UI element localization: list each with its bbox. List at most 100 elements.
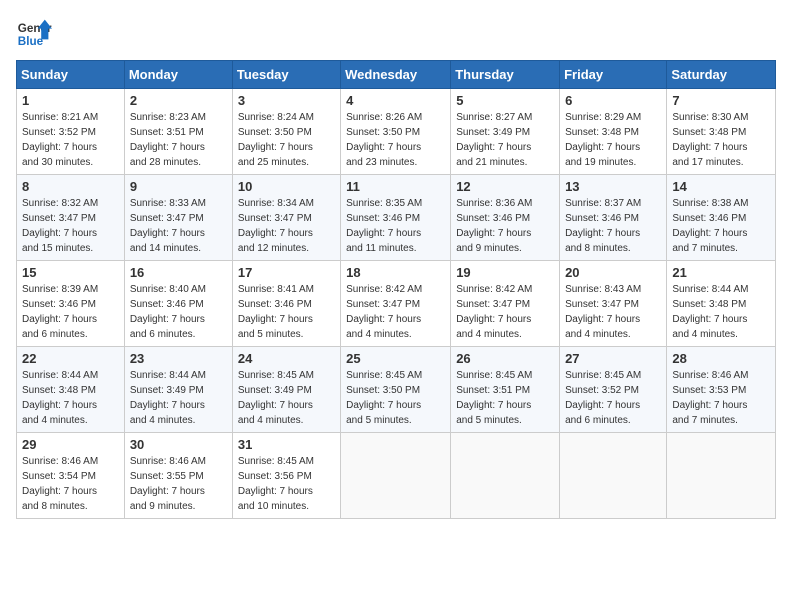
calendar-cell: 24Sunrise: 8:45 AMSunset: 3:49 PMDayligh… bbox=[232, 347, 340, 433]
day-info: Sunrise: 8:45 AMSunset: 3:49 PMDaylight:… bbox=[238, 368, 335, 428]
day-number: 1 bbox=[22, 93, 119, 108]
day-info: Sunrise: 8:46 AMSunset: 3:53 PMDaylight:… bbox=[672, 368, 770, 428]
calendar-cell: 13 Sunrise: 8:37 AMSunset: 3:46 PMDayligh… bbox=[560, 175, 667, 261]
day-info: Sunrise: 8:46 AMSunset: 3:55 PMDaylight:… bbox=[130, 454, 227, 514]
weekday-header-saturday: Saturday bbox=[667, 61, 776, 89]
day-info: Sunrise: 8:30 AMSunset: 3:48 PMDaylight:… bbox=[672, 110, 770, 170]
day-number: 10 bbox=[238, 179, 335, 194]
calendar-cell bbox=[560, 433, 667, 519]
day-info: Sunrise: 8:27 AMSunset: 3:49 PMDaylight:… bbox=[456, 110, 554, 170]
calendar-cell: 17 Sunrise: 8:41 AMSunset: 3:46 PMDayligh… bbox=[232, 261, 340, 347]
weekday-header-friday: Friday bbox=[560, 61, 667, 89]
day-info: Sunrise: 8:23 AMSunset: 3:51 PMDaylight:… bbox=[130, 110, 227, 170]
day-info: Sunrise: 8:38 AMSunset: 3:46 PMDaylight:… bbox=[672, 196, 770, 256]
calendar-cell: 23Sunrise: 8:44 AMSunset: 3:49 PMDayligh… bbox=[124, 347, 232, 433]
weekday-header-thursday: Thursday bbox=[451, 61, 560, 89]
day-info: Sunrise: 8:37 AMSunset: 3:46 PMDaylight:… bbox=[565, 196, 661, 256]
day-number: 22 bbox=[22, 351, 119, 366]
calendar-cell bbox=[451, 433, 560, 519]
day-number: 20 bbox=[565, 265, 661, 280]
day-info: Sunrise: 8:21 AMSunset: 3:52 PMDaylight:… bbox=[22, 110, 119, 170]
calendar-cell: 27 Sunrise: 8:45 AMSunset: 3:52 PMDayligh… bbox=[560, 347, 667, 433]
day-info: Sunrise: 8:45 AMSunset: 3:56 PMDaylight:… bbox=[238, 454, 335, 514]
calendar-cell: 1 Sunrise: 8:21 AMSunset: 3:52 PMDaylight… bbox=[17, 89, 125, 175]
day-info: Sunrise: 8:29 AMSunset: 3:48 PMDaylight:… bbox=[565, 110, 661, 170]
day-number: 14 bbox=[672, 179, 770, 194]
day-number: 4 bbox=[346, 93, 445, 108]
day-number: 12 bbox=[456, 179, 554, 194]
day-info: Sunrise: 8:43 AMSunset: 3:47 PMDaylight:… bbox=[565, 282, 661, 342]
calendar-cell: 30 Sunrise: 8:46 AMSunset: 3:55 PMDayligh… bbox=[124, 433, 232, 519]
day-number: 19 bbox=[456, 265, 554, 280]
day-number: 16 bbox=[130, 265, 227, 280]
day-number: 25 bbox=[346, 351, 445, 366]
day-info: Sunrise: 8:34 AMSunset: 3:47 PMDaylight:… bbox=[238, 196, 335, 256]
calendar-cell: 20 Sunrise: 8:43 AMSunset: 3:47 PMDayligh… bbox=[560, 261, 667, 347]
weekday-header-tuesday: Tuesday bbox=[232, 61, 340, 89]
calendar-week-3: 15 Sunrise: 8:39 AMSunset: 3:46 PMDayligh… bbox=[17, 261, 776, 347]
calendar-cell: 16 Sunrise: 8:40 AMSunset: 3:46 PMDayligh… bbox=[124, 261, 232, 347]
calendar-cell bbox=[341, 433, 451, 519]
day-info: Sunrise: 8:45 AMSunset: 3:52 PMDaylight:… bbox=[565, 368, 661, 428]
calendar-cell: 18 Sunrise: 8:42 AMSunset: 3:47 PMDayligh… bbox=[341, 261, 451, 347]
calendar-cell bbox=[667, 433, 776, 519]
day-number: 27 bbox=[565, 351, 661, 366]
day-info: Sunrise: 8:24 AMSunset: 3:50 PMDaylight:… bbox=[238, 110, 335, 170]
weekday-header-sunday: Sunday bbox=[17, 61, 125, 89]
calendar-cell: 22 Sunrise: 8:44 AMSunset: 3:48 PMDayligh… bbox=[17, 347, 125, 433]
day-info: Sunrise: 8:35 AMSunset: 3:46 PMDaylight:… bbox=[346, 196, 445, 256]
day-number: 9 bbox=[130, 179, 227, 194]
day-info: Sunrise: 8:39 AMSunset: 3:46 PMDaylight:… bbox=[22, 282, 119, 342]
day-number: 26 bbox=[456, 351, 554, 366]
day-info: Sunrise: 8:45 AMSunset: 3:51 PMDaylight:… bbox=[456, 368, 554, 428]
day-number: 31 bbox=[238, 437, 335, 452]
calendar-cell: 19Sunrise: 8:42 AMSunset: 3:47 PMDayligh… bbox=[451, 261, 560, 347]
calendar-cell: 25 Sunrise: 8:45 AMSunset: 3:50 PMDayligh… bbox=[341, 347, 451, 433]
day-info: Sunrise: 8:26 AMSunset: 3:50 PMDaylight:… bbox=[346, 110, 445, 170]
svg-text:Blue: Blue bbox=[18, 35, 44, 48]
day-info: Sunrise: 8:36 AMSunset: 3:46 PMDaylight:… bbox=[456, 196, 554, 256]
calendar-cell: 15 Sunrise: 8:39 AMSunset: 3:46 PMDayligh… bbox=[17, 261, 125, 347]
day-number: 30 bbox=[130, 437, 227, 452]
day-info: Sunrise: 8:45 AMSunset: 3:50 PMDaylight:… bbox=[346, 368, 445, 428]
day-info: Sunrise: 8:44 AMSunset: 3:48 PMDaylight:… bbox=[22, 368, 119, 428]
logo: General Blue bbox=[16, 16, 52, 52]
day-info: Sunrise: 8:42 AMSunset: 3:47 PMDaylight:… bbox=[346, 282, 445, 342]
day-number: 15 bbox=[22, 265, 119, 280]
calendar-cell: 12 Sunrise: 8:36 AMSunset: 3:46 PMDayligh… bbox=[451, 175, 560, 261]
day-info: Sunrise: 8:44 AMSunset: 3:49 PMDaylight:… bbox=[130, 368, 227, 428]
weekday-header-wednesday: Wednesday bbox=[341, 61, 451, 89]
calendar-cell: 31 Sunrise: 8:45 AMSunset: 3:56 PMDayligh… bbox=[232, 433, 340, 519]
day-number: 21 bbox=[672, 265, 770, 280]
calendar-cell: 7 Sunrise: 8:30 AMSunset: 3:48 PMDaylight… bbox=[667, 89, 776, 175]
day-info: Sunrise: 8:32 AMSunset: 3:47 PMDaylight:… bbox=[22, 196, 119, 256]
day-number: 18 bbox=[346, 265, 445, 280]
calendar-cell: 21 Sunrise: 8:44 AMSunset: 3:48 PMDayligh… bbox=[667, 261, 776, 347]
calendar-cell: 11Sunrise: 8:35 AMSunset: 3:46 PMDayligh… bbox=[341, 175, 451, 261]
calendar-cell: 10 Sunrise: 8:34 AMSunset: 3:47 PMDayligh… bbox=[232, 175, 340, 261]
calendar-cell: 3 Sunrise: 8:24 AMSunset: 3:50 PMDaylight… bbox=[232, 89, 340, 175]
day-number: 3 bbox=[238, 93, 335, 108]
day-number: 8 bbox=[22, 179, 119, 194]
day-info: Sunrise: 8:44 AMSunset: 3:48 PMDaylight:… bbox=[672, 282, 770, 342]
calendar-cell: 6 Sunrise: 8:29 AMSunset: 3:48 PMDaylight… bbox=[560, 89, 667, 175]
day-info: Sunrise: 8:41 AMSunset: 3:46 PMDaylight:… bbox=[238, 282, 335, 342]
calendar-table: SundayMondayTuesdayWednesdayThursdayFrid… bbox=[16, 60, 776, 519]
weekday-header-monday: Monday bbox=[124, 61, 232, 89]
day-info: Sunrise: 8:33 AMSunset: 3:47 PMDaylight:… bbox=[130, 196, 227, 256]
day-number: 13 bbox=[565, 179, 661, 194]
day-number: 2 bbox=[130, 93, 227, 108]
day-number: 6 bbox=[565, 93, 661, 108]
calendar-week-4: 22 Sunrise: 8:44 AMSunset: 3:48 PMDayligh… bbox=[17, 347, 776, 433]
day-number: 17 bbox=[238, 265, 335, 280]
day-number: 28 bbox=[672, 351, 770, 366]
calendar-cell: 26 Sunrise: 8:45 AMSunset: 3:51 PMDayligh… bbox=[451, 347, 560, 433]
calendar-week-1: 1 Sunrise: 8:21 AMSunset: 3:52 PMDaylight… bbox=[17, 89, 776, 175]
calendar-cell: 2 Sunrise: 8:23 AMSunset: 3:51 PMDaylight… bbox=[124, 89, 232, 175]
page-header: General Blue bbox=[16, 16, 776, 52]
day-number: 7 bbox=[672, 93, 770, 108]
day-number: 29 bbox=[22, 437, 119, 452]
calendar-cell: 29Sunrise: 8:46 AMSunset: 3:54 PMDayligh… bbox=[17, 433, 125, 519]
calendar-week-5: 29Sunrise: 8:46 AMSunset: 3:54 PMDayligh… bbox=[17, 433, 776, 519]
day-info: Sunrise: 8:40 AMSunset: 3:46 PMDaylight:… bbox=[130, 282, 227, 342]
